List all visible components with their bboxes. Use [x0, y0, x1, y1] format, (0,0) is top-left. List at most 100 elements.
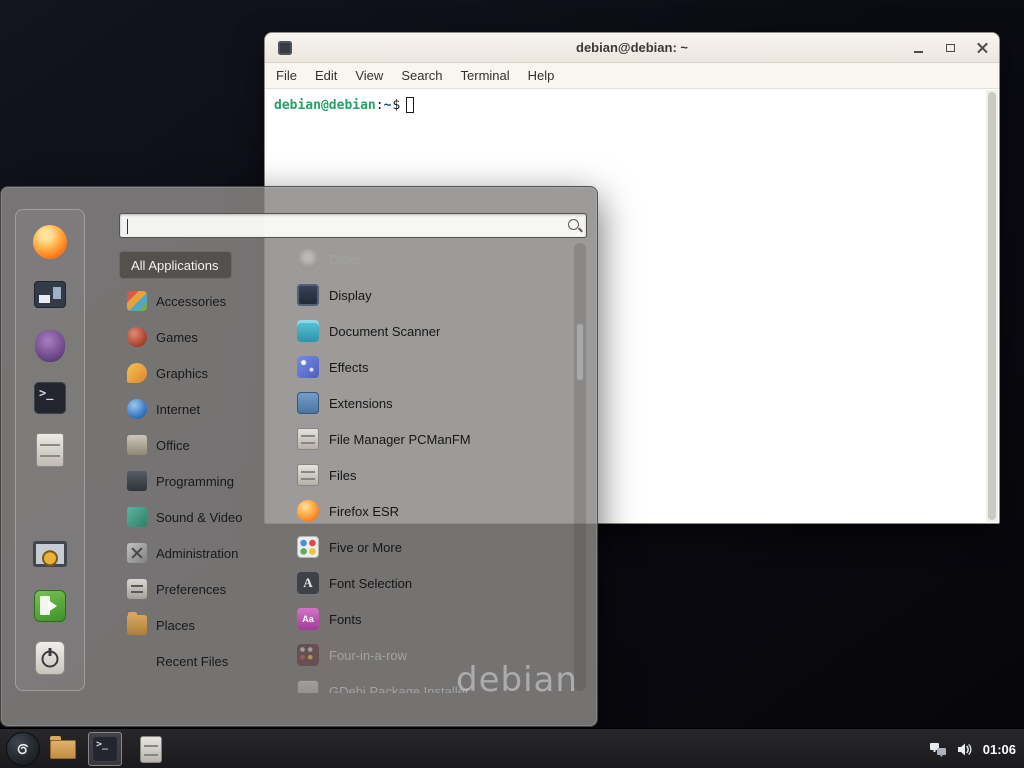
favorite-messenger[interactable]: [30, 326, 70, 366]
category-recent-files[interactable]: Recent Files: [119, 647, 236, 675]
category-graphics[interactable]: Graphics: [119, 359, 216, 387]
menu-search-box: [119, 213, 587, 238]
firefox-icon: [297, 500, 319, 522]
network-icon[interactable]: [929, 742, 947, 757]
menu-help[interactable]: Help: [519, 68, 564, 83]
four-in-a-row-icon: [297, 644, 319, 666]
menu-button[interactable]: [6, 732, 40, 766]
category-programming[interactable]: Programming: [119, 467, 242, 495]
prompt-symbol: $: [392, 98, 400, 113]
search-input[interactable]: [120, 214, 586, 237]
internet-icon: [127, 399, 147, 419]
volume-icon[interactable]: [957, 742, 973, 757]
menu-terminal[interactable]: Terminal: [452, 68, 519, 83]
logout-icon: [34, 590, 66, 622]
minimize-icon: [914, 51, 923, 53]
scanner-icon: [297, 320, 319, 342]
messenger-icon: [35, 330, 65, 362]
app-file-manager-pcmanfm[interactable]: File Manager PCManFM: [289, 421, 573, 457]
lock-screen-button[interactable]: [30, 534, 70, 574]
category-places[interactable]: Places: [119, 611, 203, 639]
firefox-icon: [33, 225, 67, 259]
search-icon: [568, 219, 579, 230]
category-administration[interactable]: Administration: [119, 539, 246, 567]
font-selection-icon: [297, 572, 319, 594]
close-button[interactable]: [975, 41, 989, 55]
sound-video-icon: [127, 507, 147, 527]
category-internet[interactable]: Internet: [119, 395, 208, 423]
category-games[interactable]: Games: [119, 323, 206, 351]
desktop: debian@debian: ~ File Edit View Search T…: [0, 0, 1024, 768]
category-preferences[interactable]: Preferences: [119, 575, 234, 603]
category-sound-video[interactable]: Sound & Video: [119, 503, 251, 531]
terminal-window-title: debian@debian: ~: [265, 33, 999, 63]
app-effects[interactable]: Effects: [289, 349, 573, 385]
places-icon: [127, 615, 147, 635]
shutdown-button[interactable]: [30, 638, 70, 678]
graphics-icon: [127, 363, 147, 383]
image-viewer-icon: [34, 281, 66, 308]
effects-icon: [297, 356, 319, 378]
favorite-image-viewer[interactable]: [30, 274, 70, 314]
logout-button[interactable]: [30, 586, 70, 626]
app-firefox-esr[interactable]: Firefox ESR: [289, 493, 573, 529]
app-four-in-a-row[interactable]: Four-in-a-row: [289, 637, 573, 673]
app-gdebi-package-installer[interactable]: GDebi Package Installer: [289, 673, 573, 693]
app-document-scanner[interactable]: Document Scanner: [289, 313, 573, 349]
app-disks[interactable]: Disks: [289, 241, 573, 277]
office-icon: [127, 435, 147, 455]
application-menu: All Applications Accessories Games Graph…: [0, 186, 598, 727]
file-cabinet-icon: [297, 464, 319, 486]
menu-view[interactable]: View: [346, 68, 392, 83]
favorite-firefox[interactable]: [30, 222, 70, 262]
menu-edit[interactable]: Edit: [306, 68, 346, 83]
terminal-cursor: [406, 97, 414, 113]
favorite-terminal[interactable]: [30, 378, 70, 418]
debian-swirl-icon: [11, 737, 35, 761]
window-controls: [911, 33, 989, 63]
terminal-prompt-line: debian@debian:~$: [265, 89, 999, 113]
terminal-menubar: File Edit View Search Terminal Help: [265, 63, 999, 89]
disks-icon: [297, 248, 319, 270]
taskbar-terminal-button[interactable]: [88, 732, 122, 766]
taskbar-file-manager-button[interactable]: [46, 732, 80, 766]
terminal-titlebar[interactable]: debian@debian: ~: [265, 33, 999, 63]
extensions-icon: [297, 392, 319, 414]
lock-screen-icon: [33, 541, 67, 567]
package-icon: [297, 680, 319, 693]
terminal-icon: [34, 382, 66, 414]
fonts-icon: [297, 608, 319, 630]
app-fonts[interactable]: Fonts: [289, 601, 573, 637]
category-accessories[interactable]: Accessories: [119, 287, 234, 315]
favorites-panel: [15, 209, 85, 691]
file-cabinet-icon: [36, 433, 64, 467]
taskbar-files-button[interactable]: [134, 732, 168, 766]
menu-file[interactable]: File: [267, 68, 306, 83]
menu-search[interactable]: Search: [392, 68, 451, 83]
app-font-selection[interactable]: Font Selection: [289, 565, 573, 601]
app-five-or-more[interactable]: Five or More: [289, 529, 573, 565]
accessories-icon: [127, 291, 147, 311]
app-files[interactable]: Files: [289, 457, 573, 493]
games-icon: [127, 327, 147, 347]
terminal-scrollbar[interactable]: [986, 90, 998, 522]
minimize-button[interactable]: [911, 41, 925, 55]
applications-list: Disks Display Document Scanner Effects E…: [289, 241, 573, 693]
favorite-file-manager[interactable]: [30, 430, 70, 470]
five-or-more-icon: [297, 536, 319, 558]
category-list: All Applications Accessories Games Graph…: [119, 251, 279, 675]
terminal-scrollbar-thumb[interactable]: [988, 92, 996, 520]
taskbar: 01:06: [0, 728, 1024, 768]
category-all-applications[interactable]: All Applications: [119, 251, 232, 279]
shutdown-icon: [35, 641, 65, 675]
app-display[interactable]: Display: [289, 277, 573, 313]
menu-scrollbar-thumb[interactable]: [576, 323, 584, 381]
terminal-icon: [92, 736, 118, 762]
menu-scrollbar[interactable]: [574, 243, 586, 691]
files-icon: [140, 736, 162, 763]
category-office[interactable]: Office: [119, 431, 198, 459]
taskbar-clock[interactable]: 01:06: [983, 742, 1016, 757]
app-extensions[interactable]: Extensions: [289, 385, 573, 421]
prompt-separator: :: [376, 98, 384, 113]
maximize-button[interactable]: [943, 41, 957, 55]
